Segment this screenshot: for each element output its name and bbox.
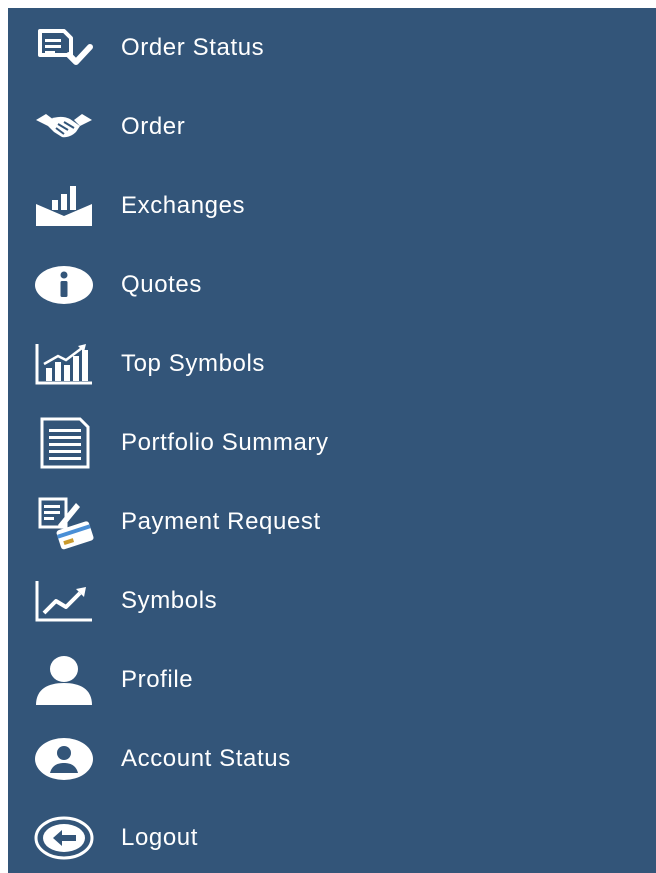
menu-item-order-status[interactable]: Order Status	[8, 8, 656, 87]
menu-item-payment-request[interactable]: Payment Request	[8, 482, 656, 561]
menu-item-profile[interactable]: Profile	[8, 640, 656, 719]
order-status-icon	[32, 22, 96, 74]
menu-item-label: Profile	[121, 665, 194, 693]
handshake-icon	[32, 101, 96, 153]
menu-item-top-symbols[interactable]: Top Symbols	[8, 324, 656, 403]
menu-item-symbols[interactable]: Symbols	[8, 561, 656, 640]
menu-item-label: Portfolio Summary	[121, 428, 329, 456]
bar-chart-icon	[32, 338, 96, 390]
menu-item-quotes[interactable]: Quotes	[8, 245, 656, 324]
document-icon	[32, 417, 96, 469]
logout-icon	[32, 812, 96, 864]
line-chart-icon	[32, 575, 96, 627]
menu-item-label: Payment Request	[121, 507, 321, 535]
menu-item-label: Order	[121, 112, 186, 140]
exchange-chart-icon	[32, 180, 96, 232]
menu-item-label: Order Status	[121, 33, 265, 61]
menu-item-order[interactable]: Order	[8, 87, 656, 166]
menu-item-logout[interactable]: Logout	[8, 798, 656, 873]
menu-item-label: Quotes	[121, 270, 202, 298]
menu-item-label: Symbols	[121, 586, 218, 614]
menu-item-portfolio-summary[interactable]: Portfolio Summary	[8, 403, 656, 482]
user-icon	[32, 654, 96, 706]
info-icon	[32, 259, 96, 311]
menu-item-label: Exchanges	[121, 191, 246, 219]
payment-card-icon	[32, 496, 96, 549]
account-circle-icon	[32, 733, 96, 785]
menu-item-label: Account Status	[121, 744, 291, 772]
menu-item-exchanges[interactable]: Exchanges	[8, 166, 656, 245]
menu-item-label: Top Symbols	[121, 349, 265, 377]
navigation-drawer: Order Status Order Exchanges Quotes Top …	[8, 8, 656, 873]
menu-item-account-status[interactable]: Account Status	[8, 719, 656, 798]
menu-item-label: Logout	[121, 823, 199, 851]
